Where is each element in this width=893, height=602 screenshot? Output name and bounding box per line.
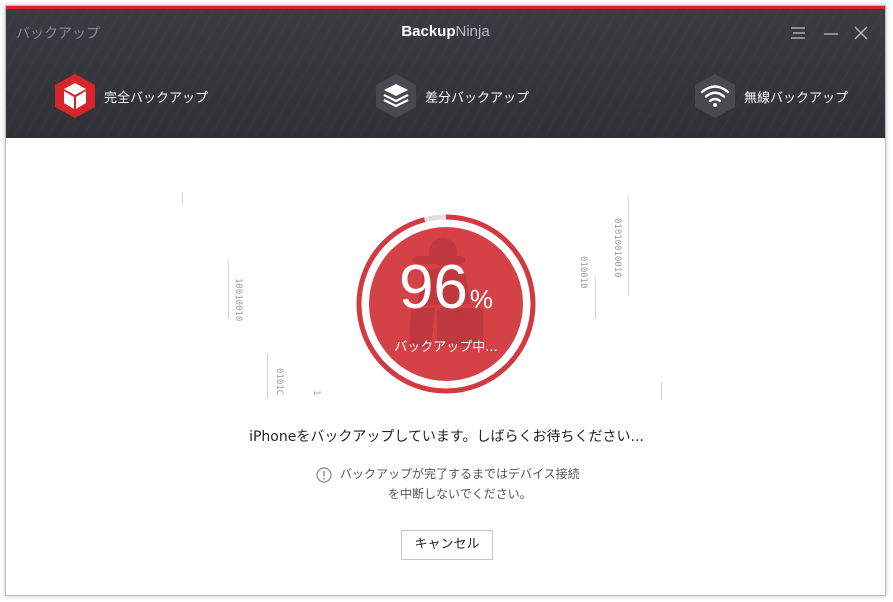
header-bar: バックアップ BackupNinja 完全バックアップ 差分バックアップ 無線バ…: [6, 6, 885, 138]
mode-full-backup[interactable]: 完全バックアップ: [52, 72, 208, 120]
layers-icon: [373, 72, 419, 120]
notice-line-2: を中断しないでください。: [388, 487, 532, 501]
notice-line-1: バックアップが完了するまではデバイス接続: [340, 467, 580, 481]
progress-status: バックアップ中...: [394, 340, 498, 355]
mode-differential-backup[interactable]: 差分バックアップ: [373, 72, 529, 120]
binary-text: 0101C: [274, 368, 284, 396]
box-icon: [52, 72, 98, 120]
app-name-bold: Backup: [401, 23, 456, 40]
progress-ring: 96% バックアップ中...: [351, 208, 541, 400]
mode-differential-backup-label: 差分バックアップ: [425, 90, 530, 106]
close-icon[interactable]: [852, 25, 874, 43]
binary-text: 01010010010: [612, 218, 622, 278]
mode-wireless-backup[interactable]: 無線バックアップ: [692, 72, 848, 120]
mode-wireless-backup-label: 無線バックアップ: [744, 90, 849, 106]
app-title: BackupNinja: [6, 23, 885, 40]
menu-icon[interactable]: [789, 25, 811, 43]
warning-icon: [316, 467, 332, 489]
wifi-icon: [692, 72, 738, 120]
progress-unit: %: [469, 284, 494, 314]
progress-value: 96: [398, 253, 468, 322]
progress-percent: 96%: [351, 253, 541, 334]
app-window: バックアップ BackupNinja 完全バックアップ 差分バックアップ 無線バ…: [5, 5, 886, 596]
minimize-icon[interactable]: [822, 25, 844, 43]
binary-text: 1: [311, 390, 321, 396]
main-content: 10010010 0101C 1 010010 01010010010 96% …: [6, 138, 885, 595]
cancel-button[interactable]: キャンセル: [401, 530, 493, 560]
status-message: iPhoneをバックアップしています。しばらくお待ちください...: [249, 429, 644, 445]
app-name-light: Ninja: [455, 23, 490, 40]
mode-full-backup-label: 完全バックアップ: [104, 90, 209, 106]
binary-text: 010010: [578, 256, 588, 289]
binary-text: 10010010: [233, 278, 243, 322]
